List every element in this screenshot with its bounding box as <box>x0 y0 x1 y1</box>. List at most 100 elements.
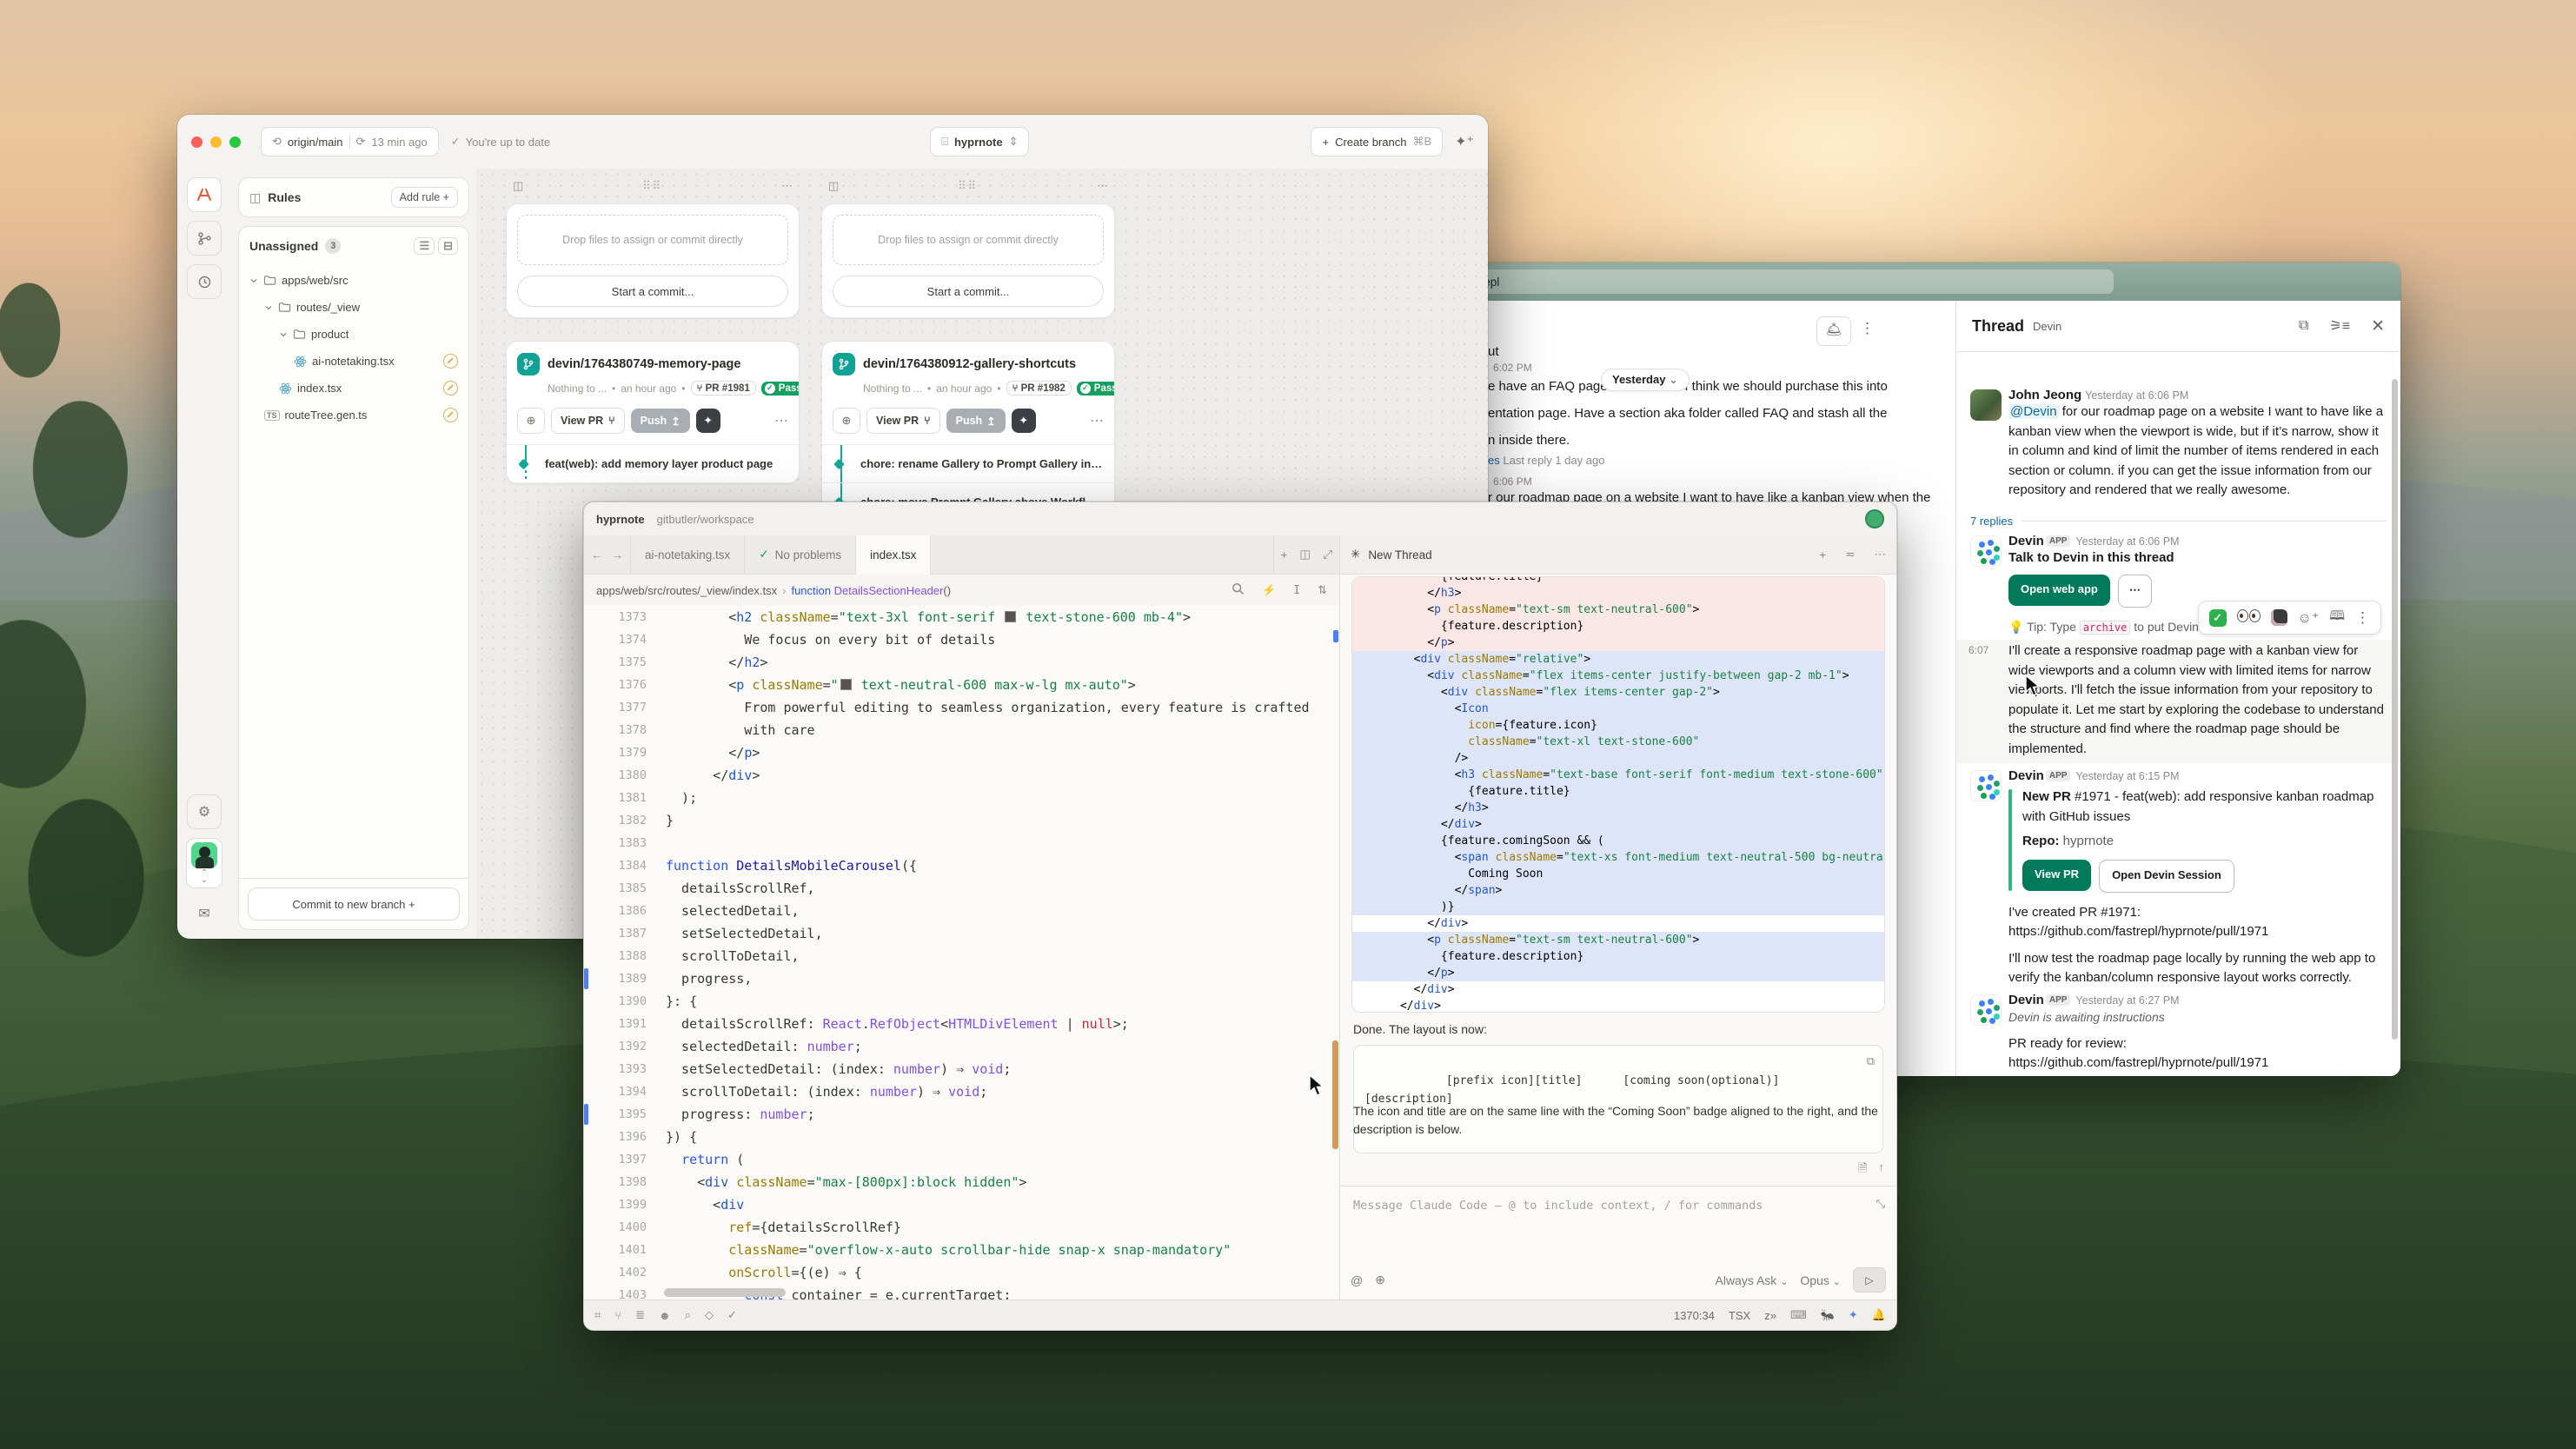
devin-avatar[interactable] <box>1970 994 2002 1026</box>
tab-index.tsx[interactable]: index.tsx <box>856 535 931 575</box>
ai-actions-button[interactable]: ✦ <box>1012 409 1036 433</box>
agent-thread-body[interactable]: {feature.title} </h3> <p className="text… <box>1340 575 1896 1300</box>
start-commit-button[interactable]: Start a commit... <box>833 276 1104 307</box>
send-message-button[interactable]: ▷ <box>1853 1267 1886 1293</box>
tab-no-problems[interactable]: ✓No problems <box>745 535 856 574</box>
diagnostics-icon[interactable]: ◇ <box>705 1308 714 1322</box>
workspace-tab-icon[interactable] <box>187 177 222 212</box>
expand-input-icon[interactable]: ⤡ <box>1876 1197 1885 1211</box>
lane-header[interactable]: ◫ ⠿⠿ ⋯ <box>821 169 1115 203</box>
tree-view-toggle[interactable]: ⊟ <box>438 237 458 255</box>
branch-name[interactable]: devin/1764380749-memory-page <box>548 357 740 371</box>
zoom-window-button[interactable] <box>229 136 241 148</box>
tree-item-routeTree.gen.ts[interactable]: TSrouteTree.gen.ts <box>242 402 465 429</box>
ci-status-badge[interactable]: ✓Passed <box>1077 382 1115 395</box>
lane-drag-handle[interactable]: ⠿⠿ <box>839 179 1097 193</box>
thread-history-icon[interactable]: ≂ <box>1845 548 1855 562</box>
ci-status-badge[interactable]: ✓Passed <box>761 382 800 395</box>
commit-row[interactable]: chore: rename Gallery to Prompt Gallery … <box>822 445 1114 483</box>
new-thread-icon[interactable]: + <box>1819 548 1826 562</box>
drop-zone[interactable]: Drop files to assign or commit directly <box>833 215 1104 265</box>
message-time[interactable]: Yesterday at 6:27 PM <box>2075 994 2179 1007</box>
editor-titlebar[interactable]: hyprnote gitbutler/workspace <box>584 502 1896 536</box>
avatar[interactable] <box>191 842 217 868</box>
branches-tab-icon[interactable] <box>187 221 222 256</box>
editor-branch-name[interactable]: gitbutler/workspace <box>657 513 754 526</box>
project-panel-icon[interactable]: ⌗ <box>594 1308 601 1322</box>
settings-gear-icon[interactable]: ⚙ <box>187 794 222 829</box>
mail-icon[interactable]: ✉ <box>188 897 221 930</box>
minimize-window-button[interactable] <box>210 136 222 148</box>
lane-menu-icon[interactable]: ⋯ <box>781 179 793 193</box>
tree-item-product[interactable]: product <box>242 321 465 348</box>
agent-menu-icon[interactable]: ⋯ <box>1875 548 1887 562</box>
split-pane-icon[interactable]: ◫ <box>1299 548 1311 562</box>
tab-ai-notetaking.tsx[interactable]: ai-notetaking.tsx <box>631 535 745 574</box>
open-devin-session-button[interactable]: Open Devin Session <box>2099 860 2234 893</box>
view-pr-button[interactable]: View PR <box>2022 860 2091 891</box>
bookmark-icon[interactable]: 🕮 <box>2329 607 2345 628</box>
terminal-icon[interactable]: ⌨ <box>1790 1308 1807 1322</box>
copy-icon[interactable]: ⧉ <box>1867 1052 1875 1070</box>
markdown-icon[interactable]: 🗎 <box>1858 1160 1867 1180</box>
cursor-mode-icon[interactable]: I <box>1293 584 1300 597</box>
message-time[interactable]: Yesterday at 6:06 PM <box>2075 535 2179 548</box>
lane-panel-icon[interactable]: ◫ <box>828 179 839 193</box>
nav-back-icon[interactable]: ← <box>591 548 603 562</box>
close-thread-icon[interactable]: ✕ <box>2371 316 2385 336</box>
replies-count[interactable]: 7 replies <box>1970 515 2013 528</box>
slack-search-field[interactable]: Search Fastrepl <box>1408 269 2114 294</box>
code-editor[interactable]: 1373 <h2 className="text-3xl font-serif … <box>584 606 1339 1300</box>
tree-item-apps/web/src[interactable]: apps/web/src <box>242 267 465 294</box>
bell-icon[interactable]: 🛎 <box>1816 316 1851 346</box>
channel-thread-meta[interactable]: es Last reply 1 day ago <box>1488 454 1604 467</box>
traffic-lights[interactable] <box>191 136 249 148</box>
chevron-updown-icon[interactable]: ⌃⌄ <box>201 870 208 884</box>
start-commit-button[interactable]: Start a commit... <box>517 276 788 307</box>
branch-menu-icon[interactable]: ⋯ <box>774 412 788 429</box>
outline-icon[interactable]: ≣ <box>635 1308 645 1322</box>
author-name[interactable]: Devin <box>2008 768 2044 783</box>
slack-titlebar[interactable]: Search Fastrepl <box>1356 263 2400 301</box>
scroll-up-icon[interactable]: ↑ <box>1879 1160 1885 1180</box>
eyes-emoji-reaction[interactable] <box>2237 609 2261 627</box>
horizontal-scrollbar[interactable] <box>664 1288 786 1297</box>
thread-message[interactable]: DevinAPPYesterday at 6:15 PM New PR #197… <box>1956 768 2388 988</box>
search-status-icon[interactable]: ⌕ <box>685 1308 691 1322</box>
editor-project-name[interactable]: hyprnote <box>596 513 645 526</box>
breadcrumb-path[interactable]: apps/web/src/routes/_view/index.tsx <box>596 584 777 597</box>
comment-icon[interactable]: ⊕ <box>517 408 545 434</box>
message-time[interactable]: Yesterday at 6:15 PM <box>2075 770 2179 782</box>
emoji-reaction[interactable] <box>2271 609 2287 626</box>
thread-message[interactable]: 6:07 I'll create a responsive roadmap pa… <box>1956 641 2388 759</box>
lane-panel-icon[interactable]: ◫ <box>513 179 523 193</box>
collab-avatar[interactable] <box>1865 509 1884 528</box>
sort-icon[interactable]: ⇅ <box>1318 583 1327 597</box>
debug-icon[interactable]: 🐜 <box>1821 1308 1835 1322</box>
model-dropdown[interactable]: Opus ⌄ <box>1800 1273 1841 1287</box>
mention-context-icon[interactable]: @ <box>1351 1273 1363 1287</box>
diff-preview-card[interactable]: {feature.title} </h3> <p className="text… <box>1351 576 1885 1013</box>
devin-avatar[interactable] <box>1970 535 2002 567</box>
kebab-menu-icon[interactable]: ⋮ <box>1860 320 1875 337</box>
cursor-position[interactable]: 1370:34 <box>1674 1309 1715 1322</box>
branch-name[interactable]: devin/1764380912-gallery-shortcuts <box>863 357 1076 371</box>
zed-logo[interactable]: z» <box>1764 1309 1776 1322</box>
tree-item-routes/_view[interactable]: routes/_view <box>242 294 465 321</box>
permission-mode-dropdown[interactable]: Always Ask ⌄ <box>1716 1273 1789 1287</box>
gitbutler-titlebar[interactable]: ⟲ origin/main ⟳ 13 min ago ✓You're up to… <box>177 115 1488 169</box>
thread-scrollbar[interactable] <box>2392 379 2398 1040</box>
tree-item-index.tsx[interactable]: index.tsx <box>242 375 465 402</box>
tree-item-ai-notetaking.tsx[interactable]: ai-notetaking.tsx <box>242 348 465 375</box>
base-branch-pill[interactable]: ⟲ origin/main ⟳ 13 min ago <box>261 127 439 156</box>
ai-actions-button[interactable]: ✦ <box>696 409 720 433</box>
git-branch-icon[interactable]: ⑂ <box>614 1309 621 1322</box>
add-context-icon[interactable]: ⊕ <box>1375 1273 1385 1287</box>
push-button[interactable]: Push ↥ <box>946 409 1006 433</box>
language-mode[interactable]: TSX <box>1729 1309 1750 1322</box>
view-pr-button[interactable]: View PR ⑂ <box>551 408 625 434</box>
author-name[interactable]: Devin <box>2008 534 2044 548</box>
agent-message-editor[interactable]: Message Claude Code — @ to include conte… <box>1340 1186 1896 1300</box>
ai-sparkle-icon[interactable]: ✦⁺ <box>1455 133 1474 150</box>
drop-zone[interactable]: Drop files to assign or commit directly <box>517 215 788 265</box>
